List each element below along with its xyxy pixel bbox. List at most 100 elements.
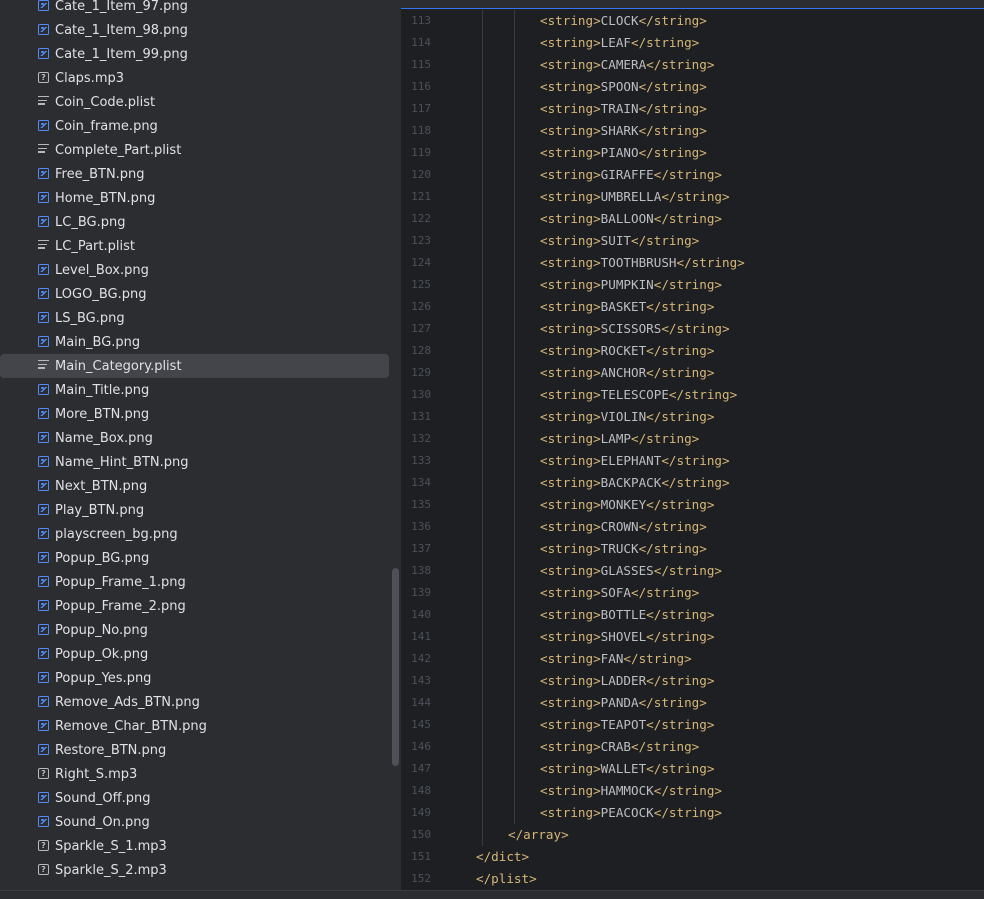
file-item[interactable]: Remove_Ads_BTN.png bbox=[0, 690, 390, 714]
code-line: 139 <string>SOFA</string> bbox=[401, 582, 984, 604]
file-item[interactable]: playscreen_bg.png bbox=[0, 522, 390, 546]
file-item[interactable]: Free_BTN.png bbox=[0, 162, 390, 186]
file-name: playscreen_bg.png bbox=[55, 526, 178, 542]
code-content: <string>CAMERA</string> bbox=[540, 54, 714, 76]
file-item[interactable]: More_BTN.png bbox=[0, 402, 390, 426]
file-item[interactable]: Play_BTN.png bbox=[0, 498, 390, 522]
file-item[interactable]: Sound_Off.png bbox=[0, 786, 390, 810]
file-item[interactable]: Complete_Part.plist bbox=[0, 138, 390, 162]
xml-text: SUIT bbox=[600, 233, 632, 248]
file-item[interactable]: Restore_BTN.png bbox=[0, 738, 390, 762]
file-item[interactable]: Name_Box.png bbox=[0, 426, 390, 450]
file-item[interactable]: Popup_BG.png bbox=[0, 546, 390, 570]
file-item[interactable]: LS_BG.png bbox=[0, 306, 390, 330]
code-line: 130 <string>TELESCOPE</string> bbox=[401, 384, 984, 406]
file-item[interactable]: ? Right_S.mp3 bbox=[0, 762, 390, 786]
file-item[interactable]: ? Sparkle_S_1.mp3 bbox=[0, 834, 390, 858]
text-file-icon bbox=[38, 240, 49, 251]
file-item[interactable]: LOGO_BG.png bbox=[0, 282, 390, 306]
file-item[interactable]: Cate_1_Item_98.png bbox=[0, 18, 390, 42]
file-item[interactable]: Level_Box.png bbox=[0, 258, 390, 282]
file-item[interactable]: Popup_Yes.png bbox=[0, 666, 390, 690]
code-content: <string>HAMMOCK</string> bbox=[540, 780, 722, 802]
xml-close-tag: </string> bbox=[623, 651, 692, 666]
indent-guide bbox=[482, 274, 483, 296]
line-number: 131 bbox=[411, 410, 431, 423]
file-item[interactable]: Remove_Char_BTN.png bbox=[0, 714, 390, 738]
image-file-icon bbox=[38, 552, 49, 563]
code-line: 141 <string>SHOVEL</string> bbox=[401, 626, 984, 648]
indent-guide bbox=[514, 76, 515, 98]
xml-close-tag: </string> bbox=[631, 431, 700, 446]
code-content: <string>BOTTLE</string> bbox=[540, 604, 714, 626]
code-editor[interactable]: 113 <string>CLOCK</string> 114 <string>LEAF… bbox=[401, 0, 984, 890]
file-item[interactable]: LC_Part.plist bbox=[0, 234, 390, 258]
indent-guide bbox=[482, 758, 483, 780]
file-item[interactable]: Main_Title.png bbox=[0, 378, 390, 402]
image-file-icon bbox=[38, 792, 49, 803]
code-content: <string>LADDER</string> bbox=[540, 670, 714, 692]
indent-guide bbox=[482, 186, 483, 208]
code-line: 127 <string>SCISSORS</string> bbox=[401, 318, 984, 340]
file-item[interactable]: Coin_Code.plist bbox=[0, 90, 390, 114]
file-tree-scrollbar-thumb[interactable] bbox=[392, 568, 399, 766]
code-content: <string>ELEPHANT</string> bbox=[540, 450, 730, 472]
xml-close-tag: </string> bbox=[646, 607, 715, 622]
file-item[interactable]: Popup_Frame_1.png bbox=[0, 570, 390, 594]
indent-guide bbox=[482, 230, 483, 252]
file-item[interactable]: Main_BG.png bbox=[0, 330, 390, 354]
xml-text: ANCHOR bbox=[600, 365, 647, 380]
indent-guide bbox=[514, 120, 515, 142]
file-item[interactable]: Name_Hint_BTN.png bbox=[0, 450, 390, 474]
image-file-icon bbox=[38, 168, 49, 179]
code-line: 146 <string>CRAB</string> bbox=[401, 736, 984, 758]
line-number: 152 bbox=[411, 872, 431, 885]
indent-guide bbox=[514, 384, 515, 406]
xml-text: LEAF bbox=[600, 35, 632, 50]
line-number: 114 bbox=[411, 36, 431, 49]
file-name: Main_BG.png bbox=[55, 334, 141, 350]
xml-close-tag: </string> bbox=[631, 585, 700, 600]
indent-guide bbox=[514, 208, 515, 230]
xml-close-tag: </string> bbox=[646, 409, 715, 424]
indent-guide bbox=[514, 98, 515, 120]
indent-guide bbox=[514, 472, 515, 494]
code-content: <string>BACKPACK</string> bbox=[540, 472, 730, 494]
xml-close-tag: </string> bbox=[638, 695, 707, 710]
file-name: Claps.mp3 bbox=[55, 70, 124, 86]
file-item[interactable]: Popup_Ok.png bbox=[0, 642, 390, 666]
indent-guide bbox=[514, 450, 515, 472]
xml-open-tag: <string> bbox=[540, 233, 601, 248]
file-item[interactable]: Main_Category.plist bbox=[0, 354, 389, 378]
file-item[interactable]: Cate_1_Item_99.png bbox=[0, 42, 390, 66]
file-item[interactable]: ? Sparkle_S_2.mp3 bbox=[0, 858, 390, 882]
indent-guide bbox=[482, 538, 483, 560]
code-line: 126 <string>BASKET</string> bbox=[401, 296, 984, 318]
xml-close-tag: </string> bbox=[631, 739, 700, 754]
file-item[interactable]: Popup_No.png bbox=[0, 618, 390, 642]
file-item[interactable]: Sound_On.png bbox=[0, 810, 390, 834]
image-file-icon bbox=[38, 720, 49, 731]
file-item[interactable]: Home_BTN.png bbox=[0, 186, 390, 210]
file-item[interactable]: ? Claps.mp3 bbox=[0, 66, 390, 90]
file-item[interactable]: Coin_frame.png bbox=[0, 114, 390, 138]
line-number: 139 bbox=[411, 586, 431, 599]
image-file-icon bbox=[38, 696, 49, 707]
file-item[interactable]: Cate_1_Item_97.png bbox=[0, 0, 390, 18]
code-line: 118 <string>SHARK</string> bbox=[401, 120, 984, 142]
code-content: </dict> bbox=[476, 846, 529, 868]
indent-guide bbox=[514, 10, 515, 32]
code-line: 152 </plist> bbox=[401, 868, 984, 890]
image-file-icon bbox=[38, 480, 49, 491]
file-item[interactable]: Next_BTN.png bbox=[0, 474, 390, 498]
xml-text: CROWN bbox=[600, 519, 639, 534]
file-name: Cate_1_Item_99.png bbox=[55, 46, 188, 62]
file-item[interactable]: LC_BG.png bbox=[0, 210, 390, 234]
file-item[interactable]: Popup_Frame_2.png bbox=[0, 594, 390, 618]
file-name: Sound_On.png bbox=[55, 814, 150, 830]
indent-guide bbox=[514, 494, 515, 516]
file-name: Sparkle_S_2.mp3 bbox=[55, 862, 167, 878]
image-file-icon bbox=[38, 816, 49, 827]
code-content: <string>TRUCK</string> bbox=[540, 538, 707, 560]
text-file-icon bbox=[38, 144, 49, 155]
